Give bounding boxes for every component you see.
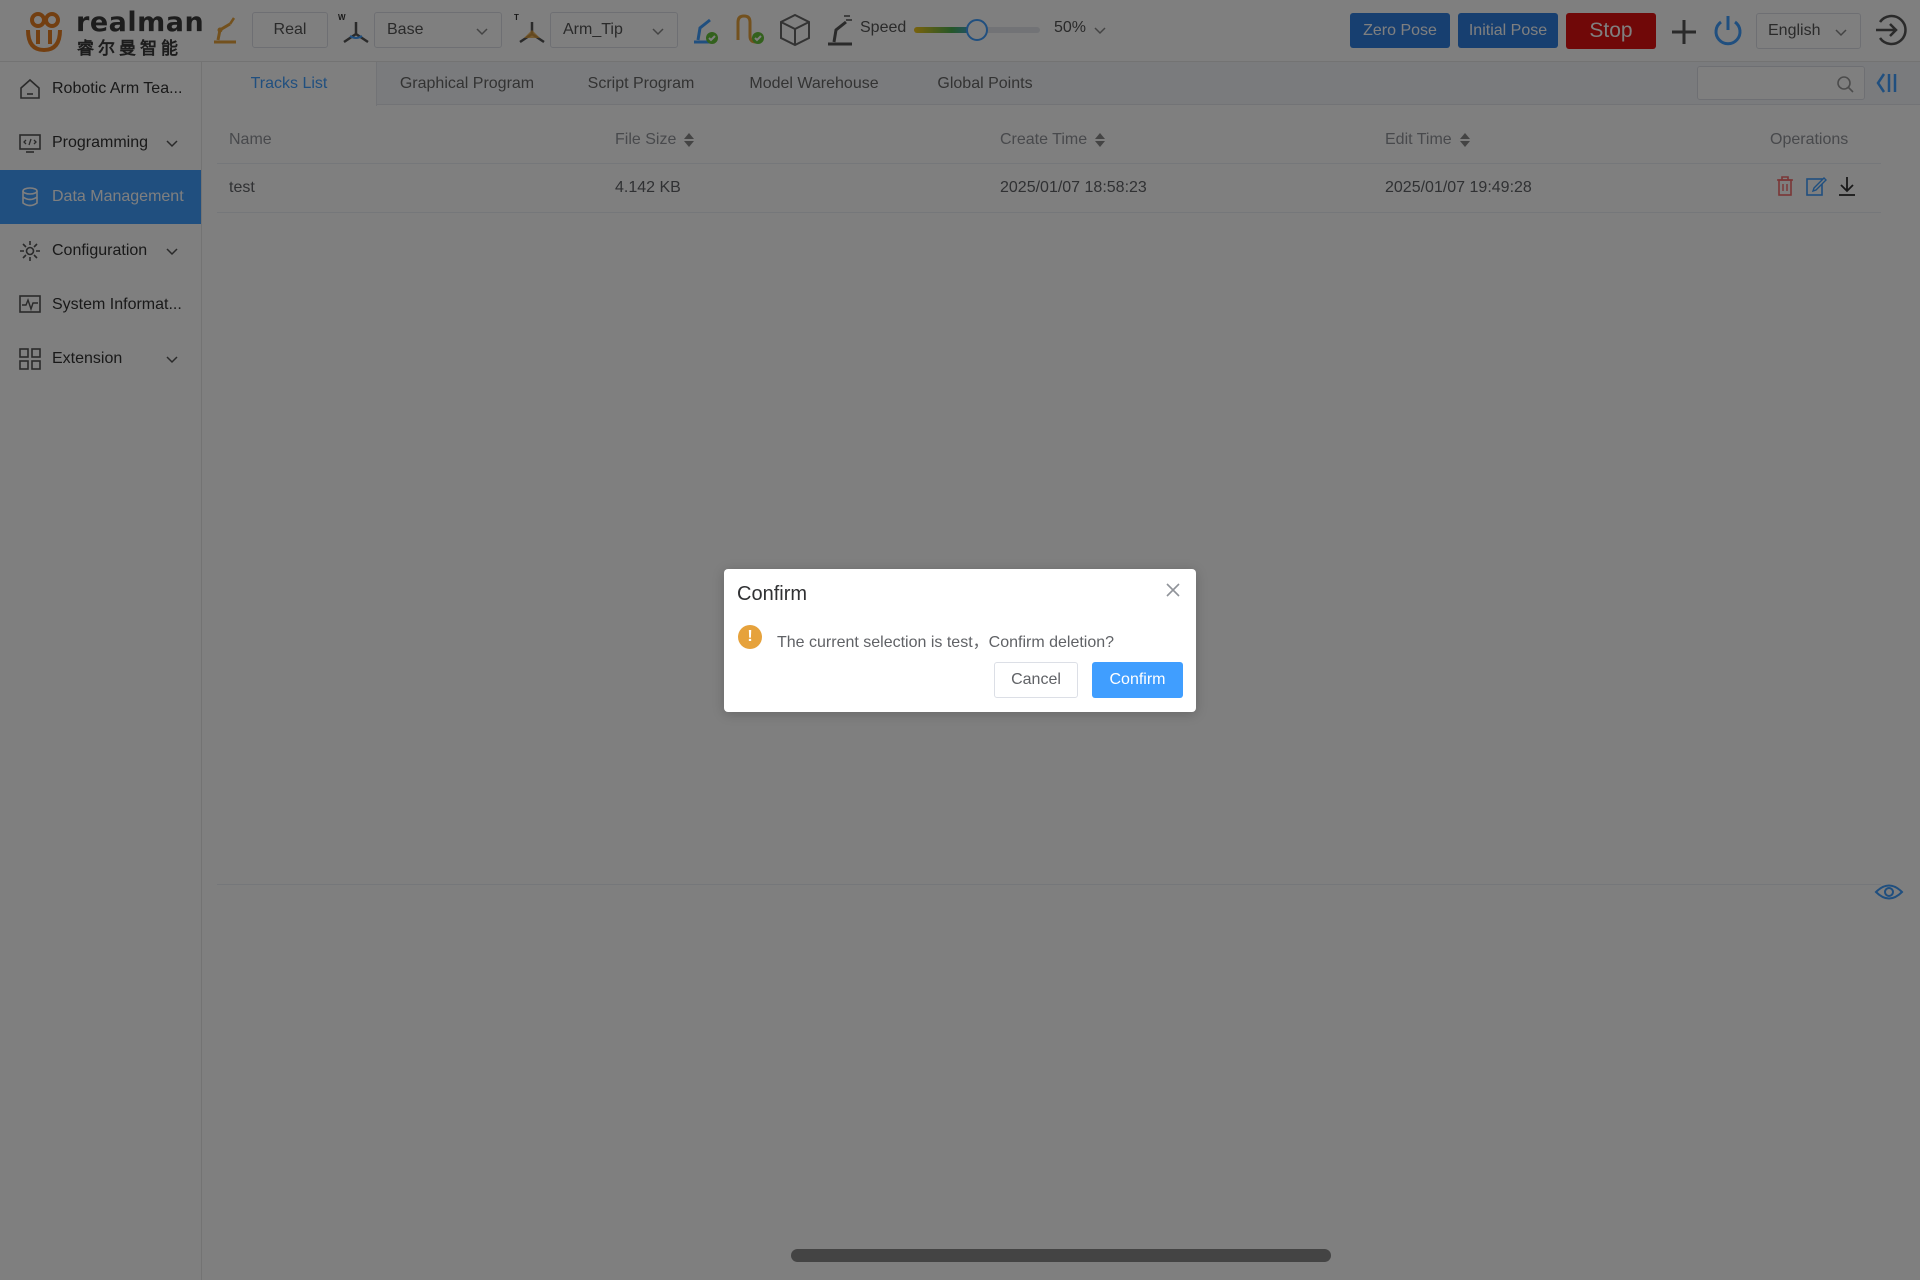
close-icon[interactable] — [1164, 581, 1182, 599]
confirm-button[interactable]: Confirm — [1092, 662, 1183, 698]
warning-icon: ! — [738, 625, 762, 649]
dialog-message: The current selection is test，Confirm de… — [777, 634, 1115, 651]
confirm-dialog: Confirm ! The current selection is test，… — [724, 569, 1196, 712]
dialog-title: Confirm — [737, 583, 808, 605]
cancel-button[interactable]: Cancel — [994, 662, 1078, 698]
